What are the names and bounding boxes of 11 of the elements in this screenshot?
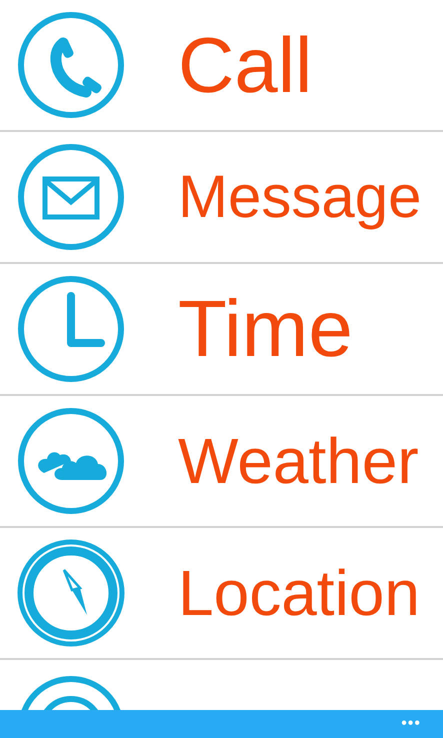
compass-icon <box>16 538 126 648</box>
mail-icon <box>16 142 126 252</box>
phone-icon <box>16 10 126 120</box>
cloud-icon <box>16 406 126 516</box>
menu-item[interactable]: Time <box>178 289 353 369</box>
menu-item[interactable]: Weather <box>178 429 419 493</box>
menu-item[interactable]: Message <box>178 167 422 227</box>
menu-item[interactable]: Call <box>178 26 312 104</box>
clock-icon <box>16 274 126 384</box>
menu-item[interactable]: Location <box>178 561 420 625</box>
more-button[interactable]: ••• <box>401 716 421 732</box>
